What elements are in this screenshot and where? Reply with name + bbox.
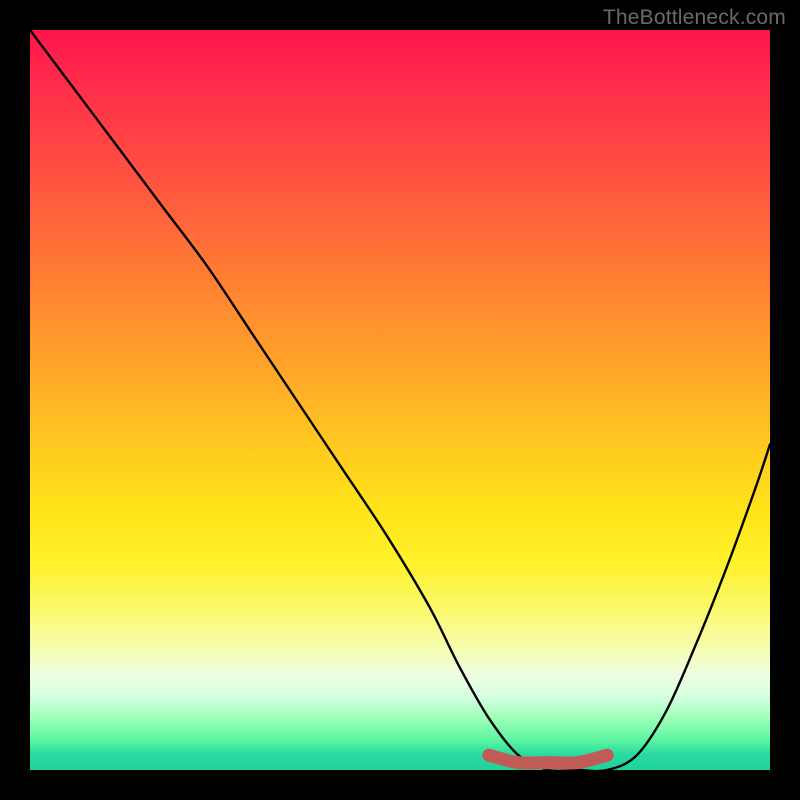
bottom-marker-path xyxy=(489,755,607,763)
bottleneck-curve-path xyxy=(30,30,770,770)
watermark-text: TheBottleneck.com xyxy=(603,6,786,30)
plot-area xyxy=(30,30,770,770)
chart-svg xyxy=(30,30,770,770)
chart-frame: TheBottleneck.com xyxy=(0,0,800,800)
